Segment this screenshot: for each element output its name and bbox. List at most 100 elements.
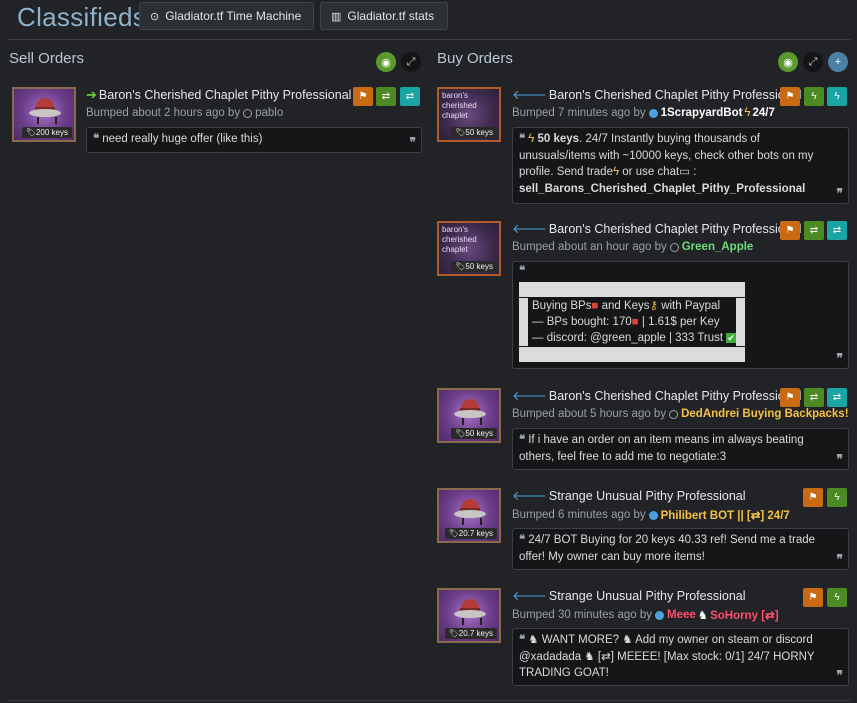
flag-button[interactable]: ⚑ [353, 87, 373, 106]
message-text: Add my owner on steam or discord [632, 634, 813, 646]
trade-button[interactable]: ⇄ [827, 221, 847, 240]
goat-icon: ♞ [584, 650, 595, 663]
eye-toggle-icon[interactable]: ◉ [778, 52, 798, 72]
instant-trade-button[interactable]: ϟ [827, 588, 847, 607]
add-icon[interactable]: + [828, 52, 848, 72]
listing-title[interactable]: 🡐 Strange Unusual Pithy Professional [512, 488, 746, 504]
quote-close-icon: ❞ [836, 667, 843, 682]
tag-icon: 🏷 [448, 629, 459, 638]
listing-message: ❝ need really huge offer (like this) ❞ [86, 127, 422, 153]
expand-icon[interactable]: ⤢ [401, 52, 421, 72]
hat-image [454, 599, 486, 625]
message-text: — BPs bought: 170 [532, 315, 632, 328]
item-thumbnail[interactable]: 🏷20.7 keys [437, 488, 501, 543]
item-thumbnail[interactable]: baron's cherished chaplet 🏷50 keys [437, 221, 501, 276]
price-text: 50 keys [465, 262, 493, 271]
lightning-icon: ϟ [744, 107, 751, 119]
quote-close-icon: ❞ [836, 350, 843, 365]
instant-trade-button[interactable]: ϟ [804, 87, 824, 106]
listing-title[interactable]: 🡐 Baron's Cherished Chaplet Pithy Profes… [512, 388, 801, 404]
quote-close-icon: ❞ [836, 451, 843, 466]
message-text: or use chat [619, 166, 680, 178]
flag-button[interactable]: ⚑ [780, 87, 800, 106]
user-link[interactable]: Green_Apple [682, 241, 754, 253]
message-text: . 24/7 Instantly buying thousands of [579, 133, 761, 145]
item-thumbnail[interactable]: baron's cherished chaplet 🏷50 keys [437, 87, 501, 142]
user-link[interactable]: Philibert BOT || [⇄] 24/7 [661, 508, 790, 522]
tag-icon: 🏷 [455, 429, 466, 438]
bump-info: Bumped 30 minutes ago by Meee ♞ SoHorny … [512, 608, 779, 622]
quote-close-icon: ❞ [409, 134, 416, 149]
buy-arrow-icon: 🡐 [512, 388, 547, 403]
instant-trade-button[interactable]: ϟ [827, 87, 847, 106]
listing-title-text: Baron's Cherished Chaplet Pithy Professi… [98, 88, 352, 102]
clock-icon: ⊙ [150, 10, 160, 23]
instant-trade-button[interactable]: ϟ [827, 488, 847, 507]
user-link[interactable]: 1ScrapyardBot [661, 107, 743, 119]
eye-toggle-icon[interactable]: ◉ [376, 52, 396, 72]
bump-text: Bumped about an hour ago by [512, 241, 667, 253]
offline-status-icon [243, 108, 253, 118]
page-title: Classifieds [17, 2, 147, 32]
time-machine-label: Gladiator.tf Time Machine [165, 9, 302, 23]
listing-title-text: Strange Unusual Pithy Professional [548, 589, 746, 603]
trade-offer-button[interactable]: ⇄ [804, 388, 824, 407]
stats-button[interactable]: ▥ Gladiator.tf stats [320, 2, 448, 30]
header: Classifieds ⊙ Gladiator.tf Time Machine … [0, 0, 857, 36]
flag-button[interactable]: ⚑ [780, 388, 800, 407]
buy-listing: 🏷50 keys 🡐 Baron's Cherished Chaplet Pit… [437, 388, 850, 473]
lightning-icon: ϟ [528, 133, 535, 145]
trade-button[interactable]: ⇄ [400, 87, 420, 106]
message-text: unusuals/items with ~10000 keys, check o… [519, 149, 814, 162]
user-link[interactable]: DedAndrei Buying Backpacks! [681, 408, 848, 420]
trade-offer-button[interactable]: ⇄ [376, 87, 396, 106]
listing-title[interactable]: 🡐 Strange Unusual Pithy Professional [512, 588, 746, 604]
expand-icon[interactable]: ⤢ [803, 52, 823, 72]
trade-offer-button[interactable]: ⇄ [804, 221, 824, 240]
bump-info: Bumped 7 minutes ago by 1ScrapyardBot ϟ … [512, 107, 775, 119]
price-text: 20.7 keys [458, 529, 493, 538]
quote-open-icon: ❝ [519, 534, 526, 546]
message-text: TRADING GOAT! [519, 667, 609, 679]
listing-title[interactable]: ➔ Baron's Cherished Chaplet Pithy Profes… [86, 87, 351, 103]
footer-divider [8, 700, 851, 701]
listing-message: ❝ ♞ WANT MORE? ♞ Add my owner on steam or… [512, 628, 849, 686]
message-text: need really huge offer (like this) [102, 133, 263, 145]
listing-title[interactable]: 🡐 Baron's Cherished Chaplet Pithy Profes… [512, 221, 801, 237]
item-thumbnail[interactable]: 🏷50 keys [437, 388, 501, 443]
flag-button[interactable]: ⚑ [803, 488, 823, 507]
hat-image [454, 499, 486, 525]
hat-image [454, 399, 486, 425]
price-tag: 🏷50 keys [451, 127, 497, 138]
item-thumbnail[interactable]: 🏷20.7 keys [437, 588, 501, 643]
chat-icon: ▭ [679, 166, 691, 178]
message-text: others, feel free to add me to negotiate… [519, 450, 727, 463]
listing-title-text: Baron's Cherished Chaplet Pithy Professi… [548, 389, 802, 403]
flag-button[interactable]: ⚑ [803, 588, 823, 607]
user-link[interactable]: Meee [667, 609, 696, 621]
quote-close-icon: ❞ [836, 185, 843, 200]
quote-open-icon: ❝ [519, 634, 526, 646]
user-link[interactable]: pablo [255, 107, 283, 119]
bump-info: Bumped about 2 hours ago by pablo [86, 107, 283, 119]
time-machine-button[interactable]: ⊙ Gladiator.tf Time Machine [139, 2, 314, 30]
flag-button[interactable]: ⚑ [780, 221, 800, 240]
bump-text: Bumped about 5 hours ago by [512, 408, 667, 420]
price-tag: 🏷200 keys [21, 127, 72, 138]
sell-listing: 🏷200 keys ➔ Baron's Cherished Chaplet Pi… [12, 87, 422, 157]
listing-message: ❝ 24/7 BOT Buying for 20 keys 40.33 ref! … [512, 528, 849, 570]
user-suffix: 24/7 [752, 107, 775, 119]
message-text: 24/7 BOT Buying for 20 keys 40.33 ref! S… [528, 534, 816, 546]
trade-button[interactable]: ⇄ [827, 388, 847, 407]
buy-arrow-icon: 🡐 [512, 221, 547, 236]
listing-title[interactable]: 🡐 Baron's Cherished Chaplet Pithy Profes… [512, 87, 801, 103]
price-tag: 🏷20.7 keys [444, 628, 497, 639]
item-thumbnail[interactable]: 🏷200 keys [12, 87, 76, 142]
goat-icon: ♞ [528, 634, 539, 646]
price-text: 50 keys [465, 429, 493, 438]
message-banner: Buying BPs ■ and Keys⚷ with Paypal — BPs … [519, 281, 745, 362]
gift-icon: ■ [631, 315, 639, 328]
message-text: [⇄] MEEEE! [Max stock: 0/1] 24/7 HORNY [594, 650, 815, 663]
user-link[interactable]: SoHorny [⇄] [710, 608, 778, 622]
message-text: WANT MORE? [538, 634, 623, 646]
